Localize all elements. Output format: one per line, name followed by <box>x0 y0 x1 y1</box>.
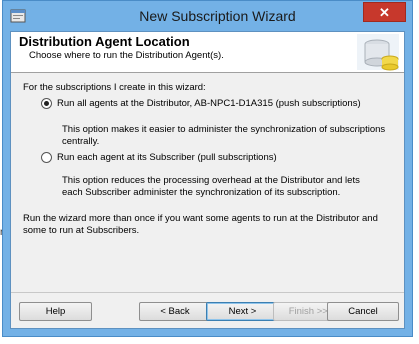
close-button[interactable]: ✕ <box>363 2 406 22</box>
cancel-button[interactable]: Cancel <box>327 302 399 321</box>
option-pull-description: This option reduces the processing overh… <box>62 175 360 198</box>
radio-button-selected[interactable] <box>41 98 52 109</box>
option-push-description: This option makes it easier to administe… <box>62 124 386 147</box>
option-pull-radio[interactable]: Run each agent at its Subscriber (pull s… <box>41 152 277 163</box>
radio-button-unselected[interactable] <box>41 152 52 163</box>
option-pull-label[interactable]: Run each agent at its Subscriber (pull s… <box>57 152 277 163</box>
back-button[interactable]: < Back <box>139 302 211 321</box>
window-title: New Subscription Wizard <box>139 8 296 24</box>
wizard-window: New Subscription Wizard ✕ Distribution A… <box>2 0 413 337</box>
page-subtitle: Choose where to run the Distribution Age… <box>29 50 224 61</box>
prompt-text: For the subscriptions I create in this w… <box>23 82 206 93</box>
wizard-header: Distribution Agent Location Choose where… <box>11 32 404 73</box>
database-icon <box>355 32 401 72</box>
title-bar[interactable]: New Subscription Wizard ✕ <box>3 1 412 31</box>
next-button[interactable]: Next > <box>206 302 279 321</box>
footer-divider <box>11 292 404 293</box>
help-button[interactable]: Help <box>19 302 92 321</box>
option-push-label[interactable]: Run all agents at the Distributor, AB-NP… <box>57 98 361 109</box>
option-push-radio[interactable]: Run all agents at the Distributor, AB-NP… <box>41 98 361 109</box>
note-text: Run the wizard more than once if you wan… <box>23 213 378 236</box>
wizard-client-area: Distribution Agent Location Choose where… <box>10 31 405 329</box>
page-title: Distribution Agent Location <box>19 34 190 49</box>
